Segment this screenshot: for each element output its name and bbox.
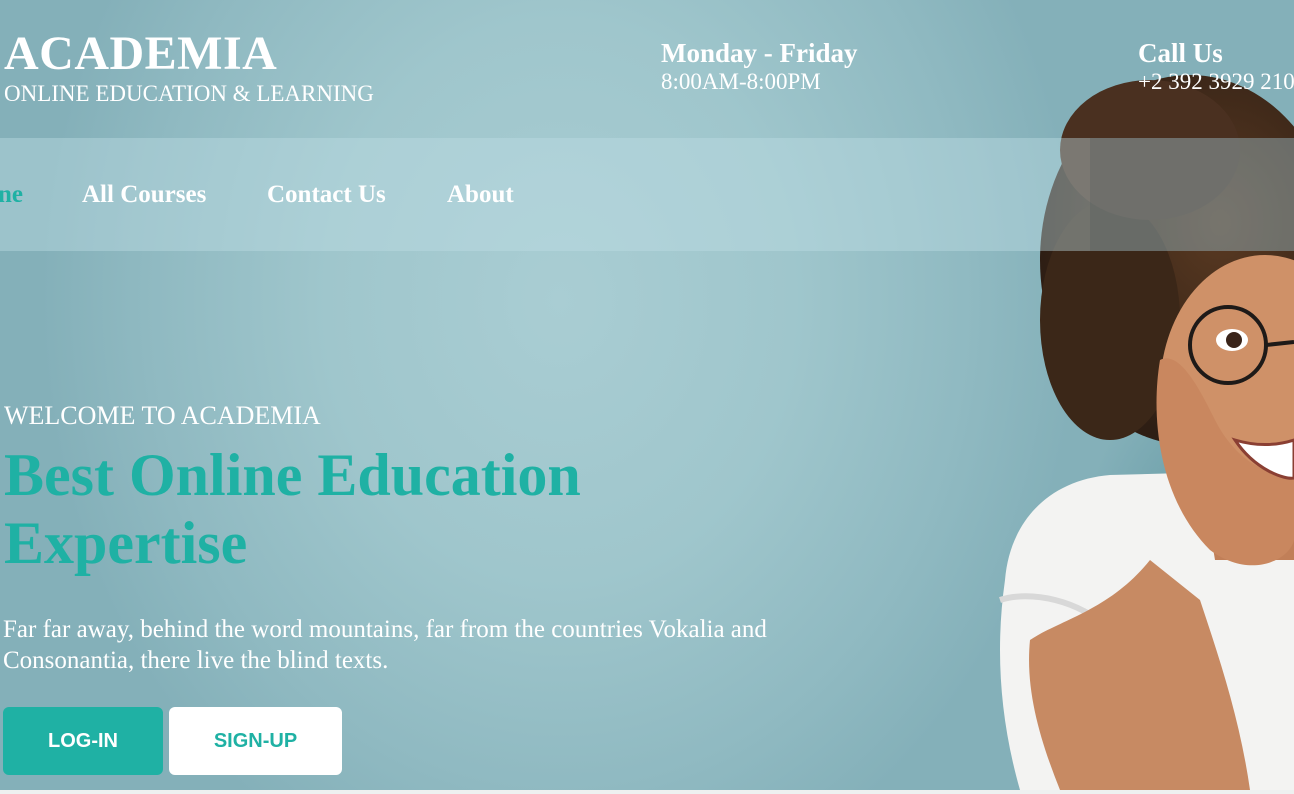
brand-subtitle: ONLINE EDUCATION & LEARNING: [4, 81, 374, 106]
welcome-eyebrow: WELCOME TO ACADEMIA: [4, 401, 321, 430]
nav-item-about[interactable]: About: [447, 180, 514, 210]
nav-item-home[interactable]: ne: [0, 180, 23, 210]
nav-item-all-courses[interactable]: All Courses: [82, 180, 206, 210]
hero-section: ACADEMIA ONLINE EDUCATION & LEARNING Mon…: [0, 0, 1294, 790]
hours-value: 8:00AM-8:00PM: [661, 69, 821, 94]
page-divider: [0, 790, 1294, 794]
nav-bar-overlay: [1090, 138, 1294, 251]
hero-headline: Best Online Education Expertise: [4, 442, 581, 576]
hero-description: Far far away, behind the word mountains,…: [3, 616, 767, 674]
call-us-label: Call Us: [1138, 38, 1223, 68]
brand-title: ACADEMIA: [4, 27, 278, 80]
phone-number[interactable]: +2 392 3929 210: [1138, 68, 1294, 96]
signup-button[interactable]: SIGN-UP: [169, 707, 342, 775]
login-button[interactable]: LOG-IN: [3, 707, 163, 775]
nav-item-contact-us[interactable]: Contact Us: [267, 180, 386, 210]
hours-label: Monday - Friday: [661, 38, 858, 68]
